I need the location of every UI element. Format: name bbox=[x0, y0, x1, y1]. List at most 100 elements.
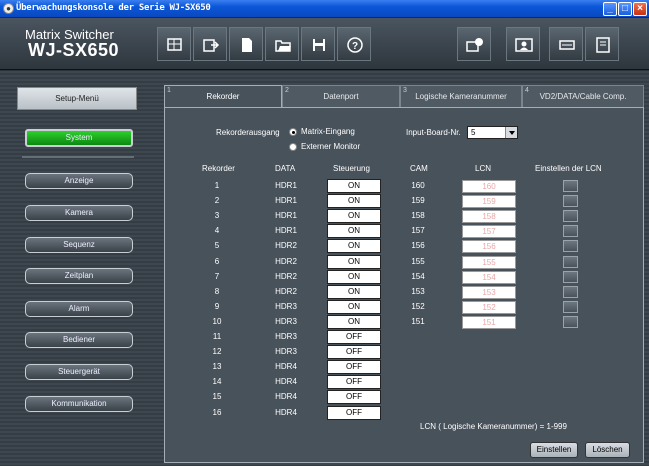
data-value: HDR3 bbox=[275, 301, 297, 311]
window-title: Überwachungskonsole der Serie WJ-SX650 bbox=[16, 3, 211, 13]
monitor-button[interactable] bbox=[585, 27, 619, 61]
set-lcn-button[interactable] bbox=[563, 285, 578, 298]
lcn-field[interactable]: 153 bbox=[462, 285, 516, 299]
maximize-button[interactable]: □ bbox=[618, 2, 632, 16]
lcn-field[interactable]: 155 bbox=[462, 255, 516, 269]
lcn-field[interactable]: 154 bbox=[462, 270, 516, 284]
sidebar-title: Setup-Menü bbox=[17, 87, 137, 110]
set-lcn-button[interactable] bbox=[563, 315, 578, 328]
steuerung-field[interactable]: ON bbox=[327, 269, 381, 284]
set-lcn-button[interactable] bbox=[563, 225, 578, 238]
rekorder-number: 2 bbox=[214, 196, 220, 206]
radio-external-label: Externer Monitor bbox=[301, 142, 361, 151]
tab-label: Logische Kameranummer bbox=[415, 92, 507, 101]
sidebar: Setup-Menü System Anzeige Kamera Sequenz… bbox=[0, 71, 148, 466]
rekorder-number: 9 bbox=[214, 301, 220, 311]
brand-line2: WJ-SX650 bbox=[28, 40, 120, 60]
header-data: DATA bbox=[275, 164, 296, 173]
set-lcn-button[interactable] bbox=[563, 180, 578, 192]
steuerung-field[interactable]: ON bbox=[327, 299, 381, 314]
radio-external-monitor[interactable] bbox=[289, 143, 297, 151]
steuerung-field[interactable]: ON bbox=[327, 224, 381, 239]
header-lcn: LCN bbox=[475, 164, 492, 173]
chevron-down-icon[interactable] bbox=[505, 127, 517, 138]
new-file-icon bbox=[242, 38, 252, 52]
sidebar-item-bediener[interactable]: Bediener bbox=[25, 332, 133, 348]
help-button[interactable]: ? bbox=[337, 27, 371, 61]
cam-number: 152 bbox=[411, 301, 425, 311]
new-file-button[interactable] bbox=[229, 27, 263, 61]
set-lcn-button[interactable] bbox=[563, 195, 578, 208]
user-button[interactable] bbox=[506, 27, 540, 61]
steuerung-field[interactable]: OFF bbox=[327, 330, 381, 344]
data-value: HDR4 bbox=[275, 377, 297, 387]
user-icon bbox=[515, 38, 533, 52]
steuerung-field[interactable]: OFF bbox=[327, 405, 381, 420]
sidebar-item-kommunikation[interactable]: Kommunikation bbox=[25, 396, 133, 412]
steuerung-field[interactable]: ON bbox=[327, 239, 381, 254]
radio-matrix-label: Matrix-Eingang bbox=[301, 127, 355, 136]
data-value: HDR2 bbox=[275, 271, 297, 281]
set-lcn-button[interactable] bbox=[563, 255, 578, 268]
steuerung-field[interactable]: ON bbox=[327, 179, 381, 193]
sidebar-item-steuergeraet[interactable]: Steuergerät bbox=[25, 364, 133, 380]
rekorder-number: 7 bbox=[214, 271, 220, 281]
lcn-field[interactable]: 160 bbox=[462, 180, 516, 193]
rekorder-number: 15 bbox=[212, 392, 222, 402]
close-button[interactable]: × bbox=[633, 2, 647, 16]
steuerung-field[interactable]: OFF bbox=[327, 390, 381, 405]
set-lcn-button[interactable] bbox=[563, 210, 578, 223]
tab-vd2-data-cable[interactable]: 4 VD2/DATA/Cable Comp. bbox=[522, 85, 644, 107]
cam-number: 156 bbox=[411, 241, 425, 251]
lcn-field[interactable]: 158 bbox=[462, 210, 516, 224]
info-camera-button[interactable] bbox=[457, 27, 491, 61]
lcn-field[interactable]: 159 bbox=[462, 195, 516, 209]
grid-button[interactable] bbox=[157, 27, 191, 61]
info-camera-icon bbox=[466, 38, 483, 52]
export-button[interactable] bbox=[193, 27, 227, 61]
cam-number: 151 bbox=[411, 316, 425, 326]
lcn-field[interactable]: 157 bbox=[462, 225, 516, 239]
input-board-select[interactable]: 5 bbox=[467, 126, 518, 139]
sidebar-item-zeitplan[interactable]: Zeitplan bbox=[25, 268, 133, 284]
grid-icon bbox=[167, 38, 182, 51]
set-lcn-button[interactable] bbox=[563, 240, 578, 253]
tab-datenport[interactable]: 2 Datenport bbox=[282, 85, 400, 107]
steuerung-field[interactable]: ON bbox=[327, 194, 381, 209]
main-area: 1 Rekorder 2 Datenport 3 Logische Kamera… bbox=[148, 71, 649, 466]
steuerung-field[interactable]: OFF bbox=[327, 360, 381, 375]
lcn-field[interactable]: 151 bbox=[462, 315, 516, 329]
loeschen-button[interactable]: Löschen bbox=[585, 442, 630, 458]
sidebar-item-sequenz[interactable]: Sequenz bbox=[25, 237, 133, 253]
open-folder-button[interactable] bbox=[265, 27, 299, 61]
set-lcn-button[interactable] bbox=[563, 270, 578, 283]
steuerung-field[interactable]: ON bbox=[327, 314, 381, 329]
lcn-field[interactable]: 156 bbox=[462, 240, 516, 254]
sidebar-item-kamera[interactable]: Kamera bbox=[25, 205, 133, 221]
steuerung-field[interactable]: OFF bbox=[327, 345, 381, 360]
cam-number: 158 bbox=[411, 211, 425, 221]
cam-number: 160 bbox=[411, 181, 425, 190]
steuerung-field[interactable]: ON bbox=[327, 284, 381, 299]
sidebar-item-anzeige[interactable]: Anzeige bbox=[25, 173, 133, 189]
rekorder-number: 8 bbox=[214, 286, 220, 296]
sidebar-item-system[interactable]: System bbox=[25, 129, 133, 147]
tab-label: Datenport bbox=[323, 92, 359, 101]
data-value: HDR1 bbox=[275, 211, 297, 221]
einstellen-button[interactable]: Einstellen bbox=[530, 442, 578, 458]
steuerung-field[interactable]: ON bbox=[327, 209, 381, 224]
save-button[interactable] bbox=[301, 27, 335, 61]
steuerung-field[interactable]: OFF bbox=[327, 375, 381, 390]
tab-logische-kameranummer[interactable]: 3 Logische Kameranummer bbox=[400, 85, 522, 107]
network-button[interactable] bbox=[549, 27, 583, 61]
radio-matrix-input[interactable] bbox=[289, 128, 297, 136]
lcn-field[interactable]: 152 bbox=[462, 300, 516, 314]
network-icon bbox=[559, 40, 575, 50]
cam-number: 154 bbox=[411, 271, 425, 281]
steuerung-field[interactable]: ON bbox=[327, 254, 381, 269]
sidebar-item-alarm[interactable]: Alarm bbox=[25, 301, 133, 317]
rekorder-number: 1 bbox=[214, 181, 220, 190]
minimize-button[interactable]: _ bbox=[603, 2, 617, 16]
set-lcn-button[interactable] bbox=[563, 300, 578, 313]
tab-rekorder[interactable]: 1 Rekorder bbox=[164, 85, 282, 109]
